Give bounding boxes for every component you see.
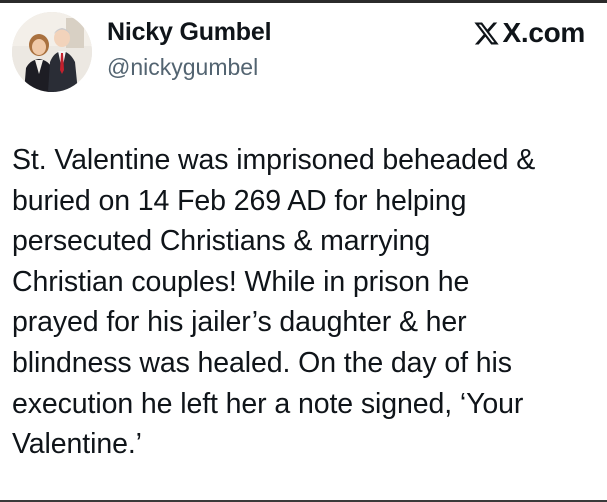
tweet-text-line: buried on 14 Feb 269 AD for helping: [12, 184, 467, 217]
tweet-text-line: St. Valentine was imprisoned beheaded &: [12, 144, 536, 176]
tweet-text-line: persecuted Christians & marrying: [12, 225, 431, 258]
x-logo-icon: [474, 22, 500, 44]
tweet-text-line: blindness was healed. On the day of his: [12, 346, 512, 379]
profile-photo-icon: [12, 12, 92, 92]
tweet-text-line: execution he left her a note signed, ‘Yo…: [12, 387, 524, 420]
tweet-text-line: Valentine.’: [12, 428, 142, 461]
tweet-text-line: prayed for his jailer’s daughter & her: [12, 306, 467, 339]
avatar[interactable]: [12, 12, 92, 92]
author-display-name[interactable]: Nicky Gumbel: [107, 18, 272, 47]
brand-label: X.com: [502, 17, 585, 48]
brand-mark: X.com: [473, 17, 585, 49]
top-edge-strip: [0, 0, 607, 3]
author-handle[interactable]: @nickygumbel: [107, 54, 258, 81]
tweet-text: St. Valentine was imprisoned beheaded & …: [12, 140, 597, 465]
tweet-text-line: Christian couples! While in prison he: [12, 265, 470, 298]
